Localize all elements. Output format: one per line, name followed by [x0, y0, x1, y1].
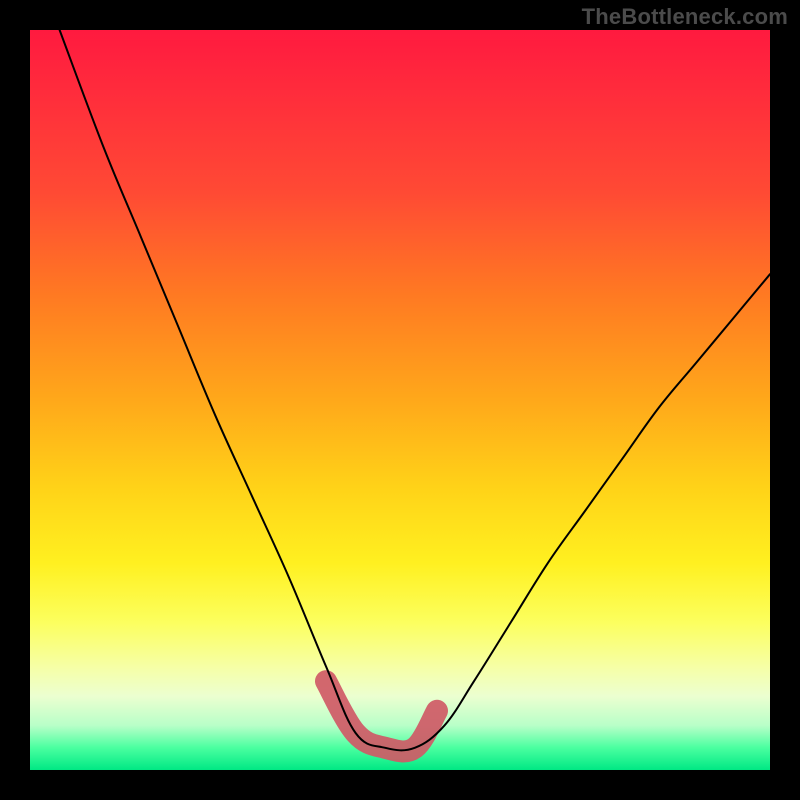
curve-layer: [30, 30, 770, 770]
plot-area: [30, 30, 770, 770]
watermark-text: TheBottleneck.com: [582, 4, 788, 30]
chart-frame: TheBottleneck.com: [0, 0, 800, 800]
bottleneck-curve: [60, 30, 770, 750]
valley-highlight: [326, 681, 437, 751]
